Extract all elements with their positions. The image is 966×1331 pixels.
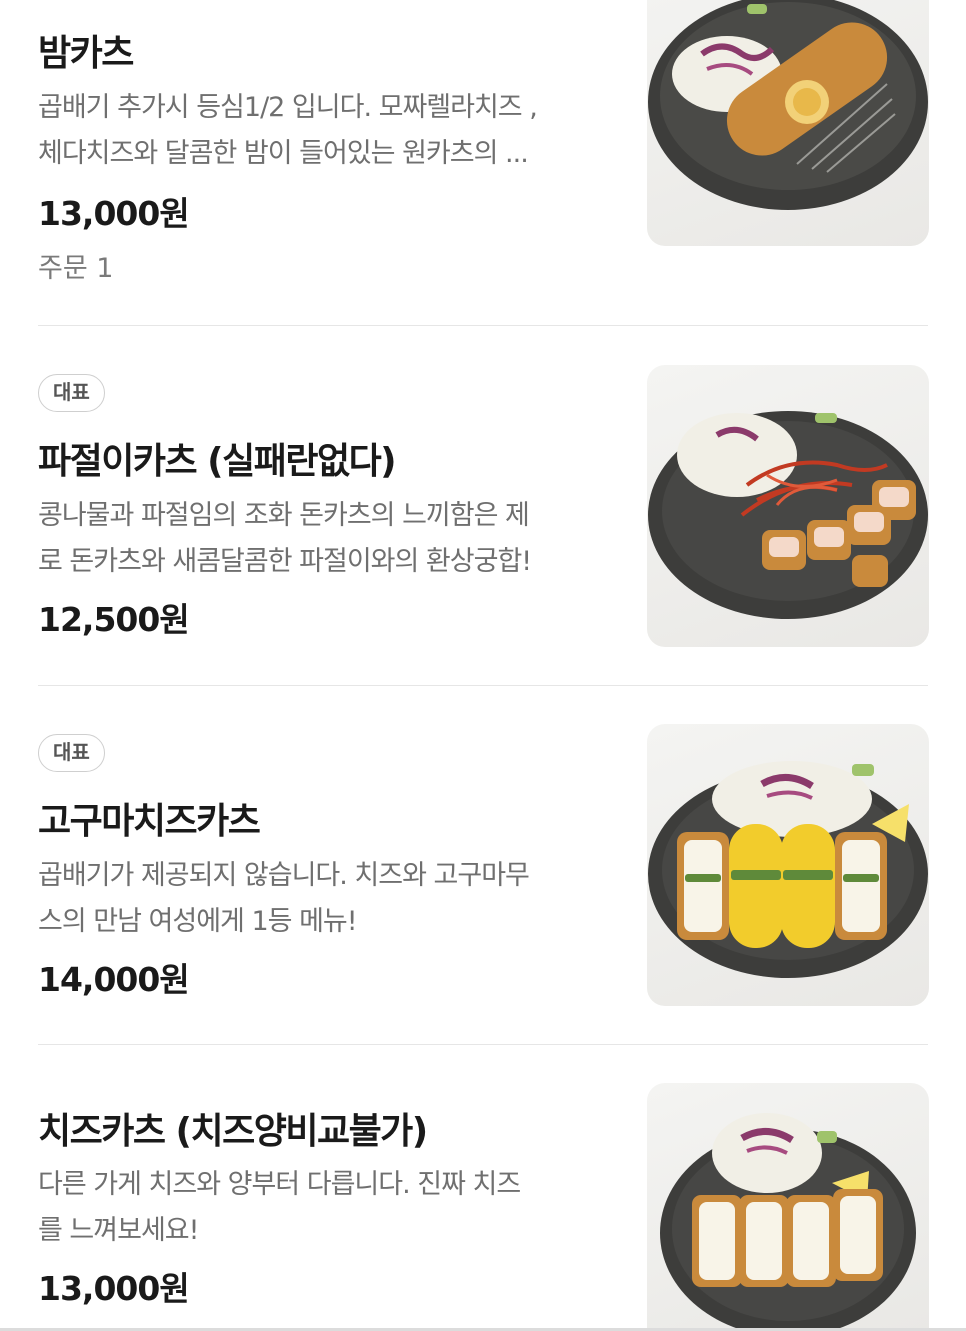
menu-item-green-onion-katsu[interactable]: 대표 파절이카츠 (실패란없다) 콩나물과 파절임의 조화 돈카츠의 느끼함은 … [0,326,966,685]
menu-item-name: 밤카츠 [38,33,134,74]
signature-badge: 대표 [38,374,105,412]
chestnut-katsu-photo[interactable] [647,0,929,246]
cheese-katsu-photo[interactable] [647,1083,929,1331]
signature-badge: 대표 [38,734,105,772]
menu-item-price: 13,000원 [38,1269,190,1308]
sweet-potato-cheese-katsu-photo[interactable] [647,724,929,1006]
menu-item-description: 콩나물과 파절임의 조화 돈카츠의 느끼함은 제 로 돈카츠와 새콤달콤한 파절… [38,493,613,585]
menu-item-description: 곱배기 추가시 등심1/2 입니다. 모짜렐라치즈 , 체다치즈와 달콤한 밤이… [38,85,613,177]
description-line: 로 돈카츠와 새콤달콤한 파절이와의 환상궁합! [38,546,532,577]
menu-item-description: 다른 가게 치즈와 양부터 다릅니다. 진짜 치즈 를 느껴보세요! [38,1162,613,1254]
menu-item-price: 12,500원 [38,600,190,639]
menu-item-price: 14,000원 [38,960,190,999]
menu-item-sweet-potato-cheese-katsu[interactable]: 대표 고구마치즈카츠 곱배기가 제공되지 않습니다. 치즈와 고구마무 스의 만… [0,686,966,1044]
order-count: 주문 1 [38,253,114,284]
description-line: 콩나물과 파절임의 조화 돈카츠의 느끼함은 제 [38,500,530,531]
description-line: 다른 가게 치즈와 양부터 다릅니다. 진짜 치즈 [38,1169,521,1200]
menu-item-price: 13,000원 [38,194,190,233]
description-line: 를 느껴보세요! [38,1215,199,1246]
description-line: 곱배기가 제공되지 않습니다. 치즈와 고구마무 [38,860,530,891]
description-line: 체다치즈와 달콤한 밤이 들어있는 원카츠의 ... [38,138,529,169]
menu-item-name: 파절이카츠 (실패란없다) [38,441,397,482]
menu-item-description: 곱배기가 제공되지 않습니다. 치즈와 고구마무 스의 만남 여성에게 1등 메… [38,853,613,945]
description-line: 곱배기 추가시 등심1/2 입니다. 모짜렐라치즈 , [38,92,538,123]
description-line: 스의 만남 여성에게 1등 메뉴! [38,906,358,937]
menu-item-chestnut-katsu[interactable]: 밤카츠 곱배기 추가시 등심1/2 입니다. 모짜렐라치즈 , 체다치즈와 달콤… [0,0,966,325]
menu-item-name: 고구마치즈카츠 [38,801,261,842]
menu-item-name: 치즈카츠 (치즈양비교불가) [38,1111,428,1152]
menu-item-cheese-katsu[interactable]: 치즈카츠 (치즈양비교불가) 다른 가게 치즈와 양부터 다릅니다. 진짜 치즈… [0,1045,966,1331]
green-onion-katsu-photo[interactable] [647,365,929,647]
